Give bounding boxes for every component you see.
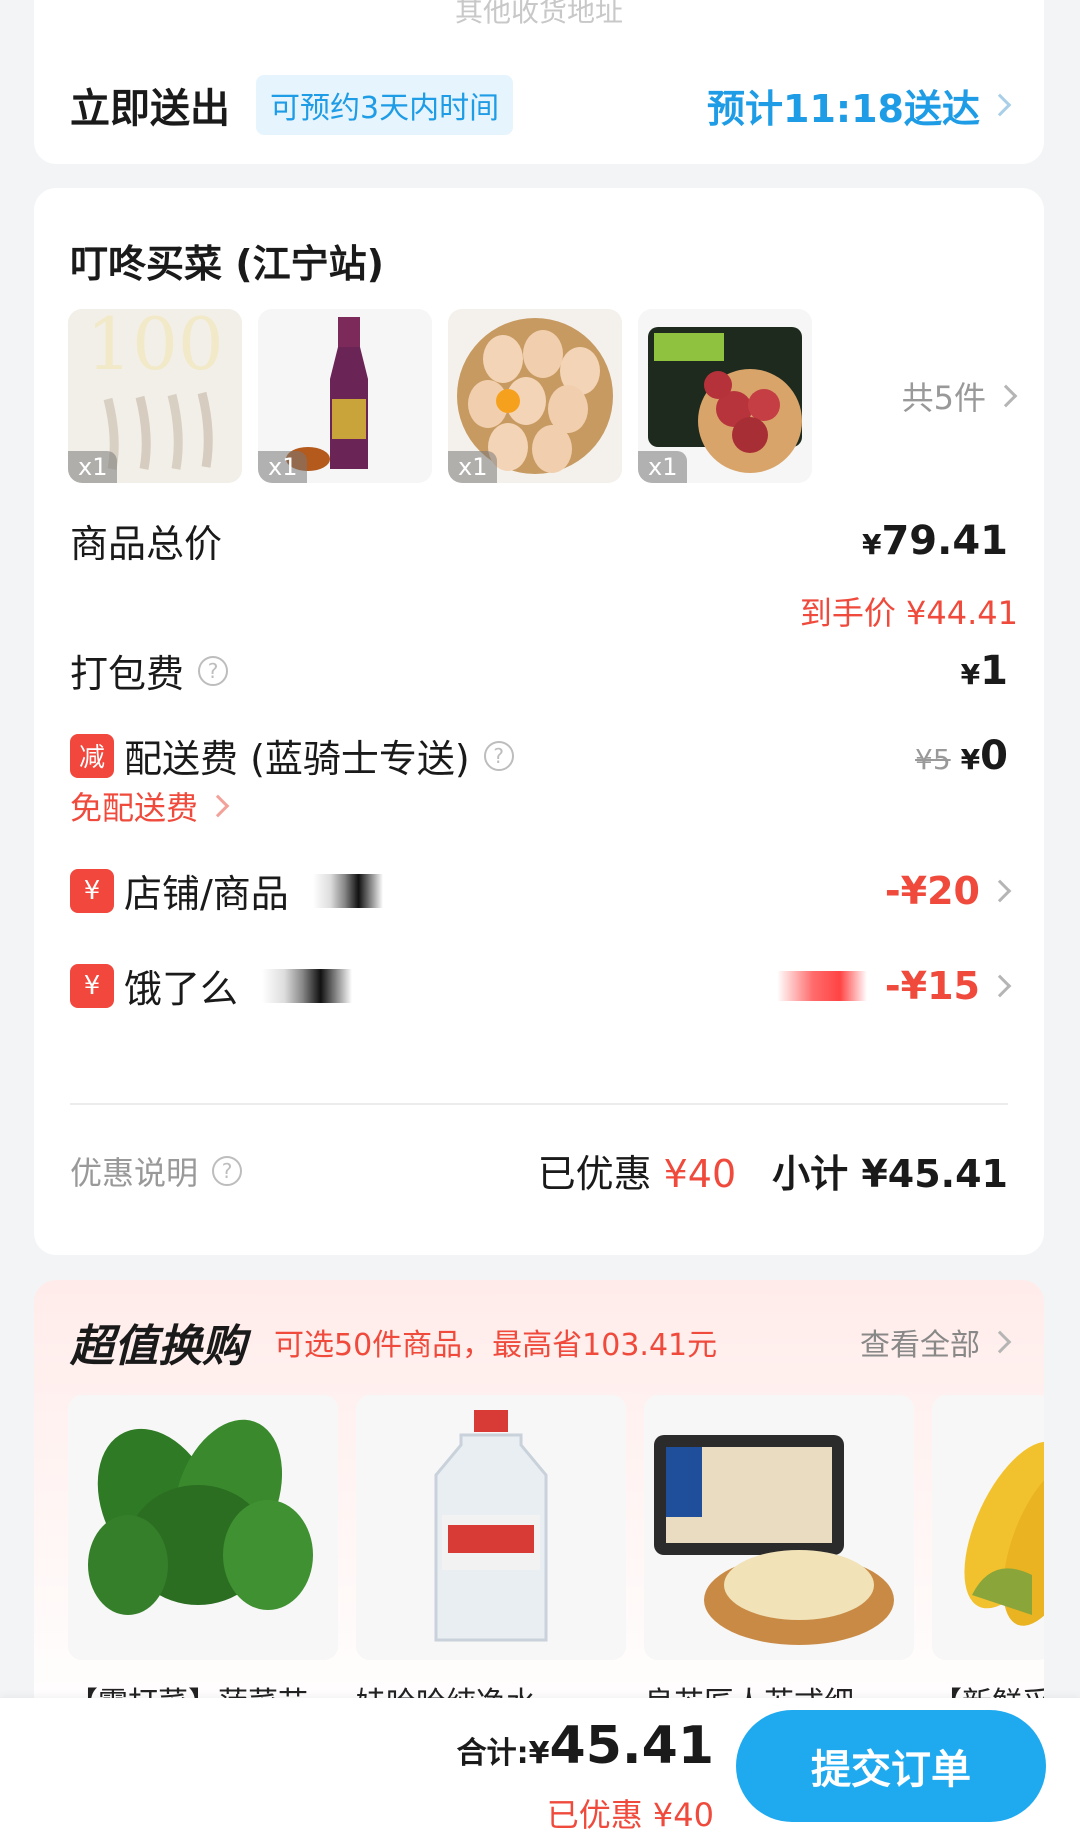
help-icon[interactable]: ?: [483, 740, 514, 771]
delivery-fee-row: 减 配送费 (蓝骑士专送) ? ¥5 ¥0: [70, 728, 1008, 783]
product-card[interactable]: 娃哈哈纯净水: [356, 1395, 626, 1722]
chevron-right-icon: [988, 974, 1012, 997]
submit-order-button[interactable]: 提交订单: [736, 1710, 1046, 1822]
total-amount: 45.41: [549, 1716, 714, 1776]
order-card: 叮咚买菜 (江宁站) 100 x1 x1 x1 x1 共5件 商品总价 ¥79.…: [34, 188, 1044, 1255]
svg-text:100: 100: [86, 309, 223, 386]
packing-fee-label: 打包费: [70, 652, 185, 696]
order-summary: 已优惠 ¥40 小计 ¥45.41: [538, 1143, 1008, 1198]
redacted-block: [262, 968, 353, 1003]
platform-discount-value: -¥15: [776, 964, 1012, 1008]
platform-discount-label: 饿了么: [124, 967, 239, 1011]
item-thumb-shrimp[interactable]: 100 x1: [68, 308, 242, 483]
order-total: 合计: ¥ 45.41: [456, 1716, 714, 1776]
item-thumb-meat[interactable]: x1: [638, 308, 812, 483]
free-delivery-text: 免配送费: [70, 789, 199, 827]
exchange-deals-card: 超值换购 可选50件商品，最高省103.41元 查看全部 【露打菜】菠菜苗: [34, 1280, 1044, 1730]
product-card[interactable]: 【新鲜采: [932, 1395, 1044, 1722]
noodles-image: [644, 1395, 914, 1660]
delivery-time-card: 其他收货地址 立即送出 可预约3天内时间 预计11:18送达: [34, 0, 1044, 164]
chevron-right-icon: [994, 384, 1018, 407]
product-card[interactable]: 【露打菜】菠菜苗: [68, 1395, 338, 1722]
chevron-right-icon: [206, 794, 230, 818]
checkout-bar: 合计: ¥ 45.41 已优惠 ¥40 提交订单: [0, 1698, 1080, 1841]
promo-explanation[interactable]: 优惠说明 ?: [70, 1148, 243, 1194]
packing-fee-row: 打包费 ? ¥1: [70, 643, 1008, 698]
final-price: 到手价 ¥44.41: [799, 594, 1018, 632]
store-discount-row[interactable]: ¥ 店铺/商品 -¥20: [70, 863, 1012, 918]
deals-subtitle: 可选50件商品，最高省103.41元: [274, 1328, 718, 1363]
item-thumb-cooking-wine[interactable]: x1: [258, 308, 432, 483]
delivery-original-price: ¥5: [915, 742, 951, 776]
delivery-now-title: 立即送出: [70, 86, 230, 132]
help-icon[interactable]: ?: [198, 655, 229, 686]
delivery-fee-label: 配送费 (蓝骑士专送): [124, 737, 470, 781]
goods-total-label: 商品总价: [70, 522, 223, 566]
goods-total-value: ¥79.41: [861, 517, 1008, 564]
chevron-right-icon: [988, 879, 1012, 902]
item-qty: x1: [68, 450, 118, 483]
coupon-tag-icon: ¥: [70, 963, 114, 1008]
coupon-tag-icon: ¥: [70, 868, 114, 913]
store-discount-label: 店铺/商品: [124, 872, 289, 916]
store-name: 叮咚买菜 (江宁站): [70, 242, 384, 286]
reserve-badge[interactable]: 可预约3天内时间: [256, 75, 514, 135]
total-label: 合计:: [456, 1736, 529, 1771]
item-count-link[interactable]: 共5件: [901, 373, 1018, 419]
water-bottle-image: [356, 1395, 626, 1660]
delivery-fee-value: ¥5 ¥0: [915, 732, 1008, 779]
deals-title: 超值换购: [70, 1321, 246, 1372]
redacted-block: [312, 873, 383, 908]
goods-total-row: 商品总价 ¥79.41: [70, 513, 1008, 568]
item-thumbnails[interactable]: 100 x1 x1 x1 x1 共5件: [68, 308, 1018, 483]
platform-discount-row[interactable]: ¥ 饿了么 -¥15: [70, 958, 1012, 1013]
chevron-right-icon: [988, 1330, 1012, 1354]
item-qty: x1: [448, 450, 498, 483]
spinach-image: [68, 1395, 338, 1660]
item-count-text: 共5件: [901, 378, 986, 417]
deal-products: 【露打菜】菠菜苗 娃哈哈纯净水: [68, 1395, 1044, 1722]
delivery-time-row[interactable]: 立即送出 可预约3天内时间 预计11:18送达: [34, 65, 1044, 145]
deals-header: 超值换购 可选50件商品，最高省103.41元 查看全部: [70, 1310, 1012, 1374]
chevron-right-icon: [988, 93, 1012, 117]
item-qty: x1: [258, 450, 308, 483]
total-saved: 已优惠 ¥40: [546, 1796, 714, 1834]
summary-row: 优惠说明 ? 已优惠 ¥40 小计 ¥45.41: [70, 1143, 1008, 1198]
item-qty: x1: [638, 450, 688, 483]
help-icon: ?: [212, 1155, 243, 1186]
discount-tag-icon: 减: [70, 733, 114, 778]
eta-link[interactable]: 预计11:18送达: [707, 78, 1012, 133]
saved-label: 已优惠: [537, 1152, 652, 1196]
divider: [70, 1103, 1008, 1105]
free-delivery-link[interactable]: 免配送费: [70, 783, 230, 829]
saved-amount: ¥40: [663, 1152, 737, 1196]
redacted-block: [776, 970, 867, 1001]
other-address-hint[interactable]: 其他收货地址: [34, 0, 1044, 30]
packing-fee-value: ¥1: [960, 647, 1008, 694]
eta-text: 预计11:18送达: [707, 86, 980, 131]
product-card[interactable]: 良芯匠人苏式细: [644, 1395, 914, 1722]
store-discount-value: -¥20: [885, 869, 1012, 913]
corn-image: [932, 1395, 1044, 1660]
subtotal: 小计 ¥45.41: [772, 1152, 1008, 1196]
view-all-link[interactable]: 查看全部: [860, 1320, 1012, 1364]
item-thumb-eggs[interactable]: x1: [448, 308, 622, 483]
